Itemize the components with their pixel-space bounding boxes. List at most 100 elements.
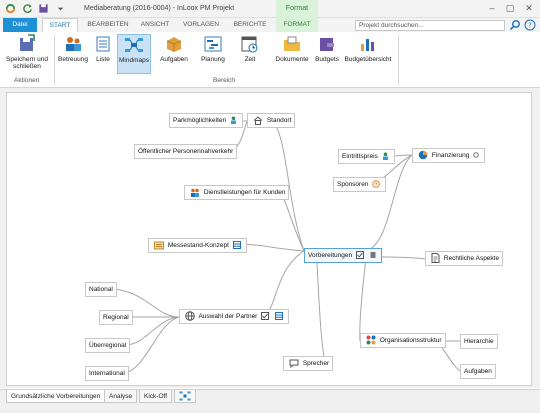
speech-bubble-icon bbox=[289, 359, 299, 368]
qat-dropdown-icon[interactable] bbox=[56, 3, 65, 14]
mindmap-node-sprecher[interactable]: Sprecher bbox=[283, 356, 334, 371]
mindmaps-button[interactable]: Mindmaps bbox=[117, 34, 151, 74]
mindmap-node-ueberregional[interactable]: Überregional bbox=[85, 338, 131, 353]
save-close-button[interactable]: Speichern und schließen bbox=[4, 34, 50, 74]
table-icon bbox=[232, 241, 241, 250]
maximize-button[interactable]: ▢ bbox=[502, 2, 518, 15]
zeit-button[interactable]: Zeit bbox=[238, 34, 262, 74]
dokumente-button[interactable]: Dokumente bbox=[274, 34, 310, 74]
note-icon bbox=[154, 241, 164, 250]
collapse-dot-icon[interactable] bbox=[473, 152, 480, 159]
gantt-icon bbox=[204, 36, 222, 52]
tab-ansicht[interactable]: ANSICHT bbox=[136, 18, 174, 32]
mindmap-node-hierarchie[interactable]: Hierarchie bbox=[460, 334, 498, 349]
mindmap-node-messestand[interactable]: Messestand-Konzept bbox=[148, 238, 247, 253]
list-icon bbox=[96, 36, 110, 52]
mindmap-node-partner[interactable]: Auswahl der Partner bbox=[179, 309, 289, 324]
checkbox-icon[interactable] bbox=[355, 251, 364, 260]
budgets-button[interactable]: Budgets bbox=[313, 34, 341, 74]
node-label: Öffentlicher Personennahverkehr bbox=[138, 148, 234, 155]
group-actions-label: Aktionen bbox=[14, 77, 40, 84]
group-separator bbox=[398, 35, 399, 85]
node-label: Standort bbox=[266, 117, 292, 124]
node-label: Regional bbox=[103, 314, 129, 321]
table-icon bbox=[274, 312, 283, 321]
aufgaben-button[interactable]: Aufgaben bbox=[157, 34, 191, 74]
add-sheet-button[interactable] bbox=[174, 390, 196, 403]
mindmap-frame: Vorbereitungen Standort Parkmöglichkeite… bbox=[0, 88, 540, 388]
zeit-label: Zeit bbox=[244, 56, 256, 63]
help-icon[interactable]: ? bbox=[524, 19, 536, 31]
node-label: Sponsoren bbox=[337, 181, 369, 188]
mindmap-node-aufgaben[interactable]: Aufgaben bbox=[460, 364, 496, 379]
planung-button[interactable]: Planung bbox=[197, 34, 229, 74]
mindmap-node-international[interactable]: International bbox=[85, 366, 129, 381]
tab-berichte[interactable]: BERICHTE bbox=[228, 18, 272, 32]
app-logo-icon bbox=[5, 3, 16, 14]
liste-button[interactable]: Liste bbox=[91, 34, 115, 74]
budgets-label: Budgets bbox=[315, 56, 339, 63]
mindmap-node-finanzierung[interactable]: Finanzierung bbox=[412, 148, 486, 163]
minimize-button[interactable]: – bbox=[484, 2, 500, 15]
mindmap-node-dienstleistungen[interactable]: Dienstleistungen für Kunden bbox=[184, 185, 290, 200]
sheet-tab-analyse[interactable]: Analyse bbox=[104, 390, 138, 403]
ribbon-tab-row: Datei START BEARBEITEN ANSICHT VORLAGEN … bbox=[0, 18, 540, 32]
title-bar: Mediaberatung (2016-0004) - InLoox PM Pr… bbox=[0, 0, 540, 18]
node-label: Parkmöglichkeiten bbox=[173, 117, 227, 124]
node-label: Aufgaben bbox=[464, 368, 492, 375]
tab-file[interactable]: Datei bbox=[3, 18, 37, 32]
node-label: Auswahl der Partner bbox=[198, 313, 258, 320]
close-button[interactable]: ✕ bbox=[521, 2, 537, 15]
mindmap-node-rechtliche[interactable]: Rechtliche Aspekte bbox=[425, 251, 504, 266]
mindmap-node-organisation[interactable]: Organisationsstruktur bbox=[360, 333, 446, 348]
person-icon bbox=[382, 152, 388, 161]
ribbon: Speichern und schließen Aktionen Betreuu… bbox=[0, 32, 540, 88]
mindmap-node-sponsoren[interactable]: Sponsoren bbox=[333, 177, 387, 192]
search-input[interactable]: Projekt durchsuchen... bbox=[355, 20, 505, 31]
context-group-format: Format bbox=[276, 0, 318, 18]
mindmap-node-root[interactable]: Vorbereitungen bbox=[304, 248, 382, 263]
svg-text:?: ? bbox=[528, 22, 532, 30]
checkbox-icon[interactable] bbox=[261, 312, 270, 321]
mindmap-node-parkmoeglichkeiten[interactable]: Parkmöglichkeiten bbox=[169, 113, 243, 128]
expander-icon[interactable] bbox=[370, 251, 376, 259]
budgetuebersicht-label: Budgetübersicht bbox=[344, 56, 392, 63]
tab-format[interactable]: FORMAT bbox=[276, 18, 318, 32]
group-separator bbox=[54, 35, 55, 85]
color-dots-icon bbox=[366, 335, 376, 345]
planung-label: Planung bbox=[201, 56, 225, 63]
mindmap-node-eintrittspreis[interactable]: Eintrittspreis bbox=[338, 149, 395, 164]
refresh-icon[interactable] bbox=[22, 3, 33, 14]
node-label: Hierarchie bbox=[464, 338, 494, 345]
save-close-icon bbox=[20, 34, 35, 51]
mindmap-node-oepnv[interactable]: Öffentlicher Personennahverkehr bbox=[134, 144, 238, 159]
mindmap-icon bbox=[125, 38, 143, 52]
node-label: Rechtliche Aspekte bbox=[443, 255, 500, 262]
betreuung-button[interactable]: Betreuung bbox=[57, 34, 89, 74]
node-label: Vorbereitungen bbox=[308, 252, 353, 259]
sheet-tab-kickoff[interactable]: Kick-Off bbox=[139, 390, 172, 403]
group-bereich-label: Bereich bbox=[213, 77, 236, 84]
sheet-tab-grundsaetzliche[interactable]: Grundsätzliche Vorbereitungen bbox=[6, 390, 106, 403]
tab-bearbeiten[interactable]: BEARBEITEN bbox=[82, 18, 134, 32]
node-label: National bbox=[89, 286, 113, 293]
save-close-label: Speichern und schließen bbox=[6, 56, 48, 70]
mindmap-node-national[interactable]: National bbox=[85, 282, 117, 297]
sheet-tab-bar: Grundsätzliche Vorbereitungen Analyse Ki… bbox=[0, 389, 540, 413]
budgetuebersicht-button[interactable]: Budgetübersicht bbox=[344, 34, 392, 74]
node-label: Dienstleistungen für Kunden bbox=[203, 189, 286, 196]
wallet-icon bbox=[320, 38, 334, 51]
tab-start[interactable]: START bbox=[42, 18, 78, 32]
search-icon[interactable] bbox=[509, 19, 521, 31]
mindmap-node-standort[interactable]: Standort bbox=[247, 113, 296, 128]
mindmap-canvas[interactable]: Vorbereitungen Standort Parkmöglichkeite… bbox=[6, 92, 532, 386]
mindmaps-label: Mindmaps bbox=[119, 57, 149, 64]
save-icon[interactable] bbox=[38, 3, 49, 14]
node-label: Finanzierung bbox=[431, 152, 470, 159]
globe-icon bbox=[185, 311, 195, 322]
calendar-clock-icon bbox=[241, 36, 258, 53]
tab-vorlagen[interactable]: VORLAGEN bbox=[178, 18, 224, 32]
clock-icon bbox=[372, 180, 381, 189]
person-icon bbox=[230, 116, 236, 125]
mindmap-node-regional[interactable]: Regional bbox=[99, 310, 133, 325]
